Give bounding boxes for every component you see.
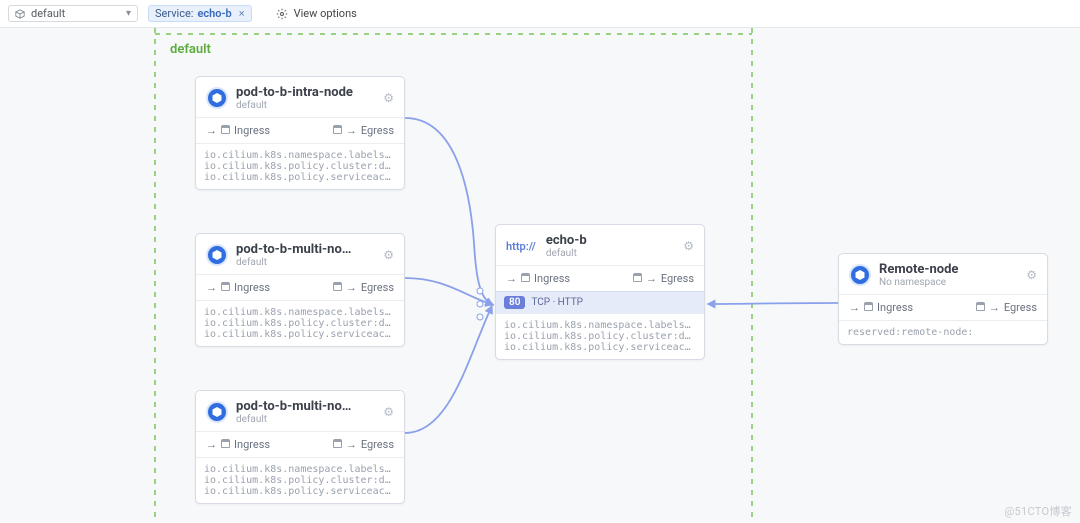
egress-indicator: → Egress xyxy=(333,438,394,451)
node-header: pod-to-b-multi-no… default ⚙ xyxy=(196,391,404,431)
view-options-button[interactable]: View options xyxy=(276,7,357,20)
ingress-indicator: → Ingress xyxy=(849,301,913,314)
label-line: io.cilium.k8s.namespace.labels.f… xyxy=(204,150,396,161)
label-line: io.cilium.k8s.policy.serviceacco… xyxy=(204,172,396,183)
labels-block: io.cilium.k8s.namespace.labels.f… io.cil… xyxy=(196,300,404,346)
kubernetes-icon xyxy=(206,401,228,423)
http-icon: http:// xyxy=(506,240,536,253)
ingress-indicator: → Ingress xyxy=(206,438,270,451)
lock-open-icon xyxy=(521,273,530,282)
labels-block: io.cilium.k8s.namespace.labels.f… io.cil… xyxy=(196,457,404,503)
close-icon[interactable]: × xyxy=(239,7,245,20)
node-header: Remote-node No namespace ⚙ xyxy=(839,254,1047,294)
lock-open-icon xyxy=(333,282,342,291)
toolbar: default ▾ Service: echo-b × View options xyxy=(0,0,1080,28)
node-remote[interactable]: Remote-node No namespace ⚙ → Ingress → E… xyxy=(838,253,1048,345)
node-echo-b[interactable]: http:// echo-b default ⚙ → Ingress → Egr… xyxy=(495,224,705,360)
gear-icon[interactable]: ⚙ xyxy=(683,239,694,253)
label-line: io.cilium.k8s.policy.serviceacco… xyxy=(204,329,396,340)
namespace-dropdown[interactable]: default ▾ xyxy=(8,5,138,22)
node-header: pod-to-b-multi-no… default ⚙ xyxy=(196,234,404,274)
port-protocol-row[interactable]: 80 TCP · HTTP xyxy=(496,291,704,313)
gear-icon[interactable]: ⚙ xyxy=(1026,268,1037,282)
lock-open-icon xyxy=(221,282,230,291)
egress-indicator: → Egress xyxy=(333,281,394,294)
node-subtitle: default xyxy=(236,100,353,111)
node-subtitle: default xyxy=(236,257,351,268)
lock-open-icon xyxy=(333,439,342,448)
kubernetes-icon xyxy=(206,87,228,109)
node-subtitle: No namespace xyxy=(879,277,958,288)
lock-open-icon xyxy=(864,302,873,311)
lock-open-icon xyxy=(976,302,985,311)
gear-icon[interactable]: ⚙ xyxy=(383,405,394,419)
label-line: io.cilium.k8s.policy.cluster:def… xyxy=(204,318,396,329)
cube-icon xyxy=(15,9,25,19)
chevron-down-icon: ▾ xyxy=(126,8,131,19)
filter-chip-prefix: Service: xyxy=(155,7,193,20)
label-line: io.cilium.k8s.policy.serviceacco… xyxy=(504,342,696,353)
view-options-label: View options xyxy=(294,7,357,20)
ingress-indicator: → Ingress xyxy=(206,124,270,137)
egress-indicator: → Egress xyxy=(633,272,694,285)
gear-icon xyxy=(276,8,288,20)
port-badge: 80 xyxy=(504,296,525,309)
node-header: pod-to-b-intra-node default ⚙ xyxy=(196,77,404,117)
zone-label: default xyxy=(170,42,211,57)
node-title: pod-to-b-multi-no… xyxy=(236,242,351,257)
ingress-indicator: → Ingress xyxy=(506,272,570,285)
filter-chip-service[interactable]: Service: echo-b × xyxy=(148,5,252,22)
node-pod-to-b-multi-2[interactable]: pod-to-b-multi-no… default ⚙ → Ingress →… xyxy=(195,390,405,504)
lock-open-icon xyxy=(221,125,230,134)
label-line: reserved:remote-node: xyxy=(847,327,1039,338)
gear-icon[interactable]: ⚙ xyxy=(383,91,394,105)
gear-icon[interactable]: ⚙ xyxy=(383,248,394,262)
lock-open-icon xyxy=(633,273,642,282)
node-title: echo-b xyxy=(546,233,587,248)
node-header: http:// echo-b default ⚙ xyxy=(496,225,704,265)
label-line: io.cilium.k8s.policy.cluster:def… xyxy=(204,161,396,172)
node-pod-to-b-intra-node[interactable]: pod-to-b-intra-node default ⚙ → Ingress … xyxy=(195,76,405,190)
node-subtitle: default xyxy=(546,248,587,259)
node-pod-to-b-multi-1[interactable]: pod-to-b-multi-no… default ⚙ → Ingress →… xyxy=(195,233,405,347)
label-line: io.cilium.k8s.namespace.labels.f… xyxy=(504,320,696,331)
lock-open-icon xyxy=(333,125,342,134)
protocol-label: TCP · HTTP xyxy=(531,297,583,308)
watermark: @51CTO博客 xyxy=(1004,503,1072,519)
node-title: pod-to-b-intra-node xyxy=(236,85,353,100)
labels-block: io.cilium.k8s.namespace.labels.f… io.cil… xyxy=(196,143,404,189)
label-line: io.cilium.k8s.namespace.labels.f… xyxy=(204,464,396,475)
label-line: io.cilium.k8s.policy.serviceacco… xyxy=(204,486,396,497)
node-subtitle: default xyxy=(236,414,351,425)
ingress-indicator: → Ingress xyxy=(206,281,270,294)
topology-canvas[interactable]: default pod-to-b-intra-node default ⚙ → … xyxy=(0,28,1080,523)
filter-chip-value: echo-b xyxy=(197,7,231,20)
node-title: pod-to-b-multi-no… xyxy=(236,399,351,414)
labels-block: io.cilium.k8s.namespace.labels.f… io.cil… xyxy=(496,313,704,359)
node-title: Remote-node xyxy=(879,262,958,277)
kubernetes-icon xyxy=(849,264,871,286)
label-line: io.cilium.k8s.policy.cluster:def… xyxy=(204,475,396,486)
namespace-value: default xyxy=(31,7,65,20)
labels-block: reserved:remote-node: xyxy=(839,320,1047,344)
egress-indicator: → Egress xyxy=(976,301,1037,314)
kubernetes-icon xyxy=(206,244,228,266)
egress-indicator: → Egress xyxy=(333,124,394,137)
lock-open-icon xyxy=(221,439,230,448)
label-line: io.cilium.k8s.policy.cluster:def… xyxy=(504,331,696,342)
label-line: io.cilium.k8s.namespace.labels.f… xyxy=(204,307,396,318)
